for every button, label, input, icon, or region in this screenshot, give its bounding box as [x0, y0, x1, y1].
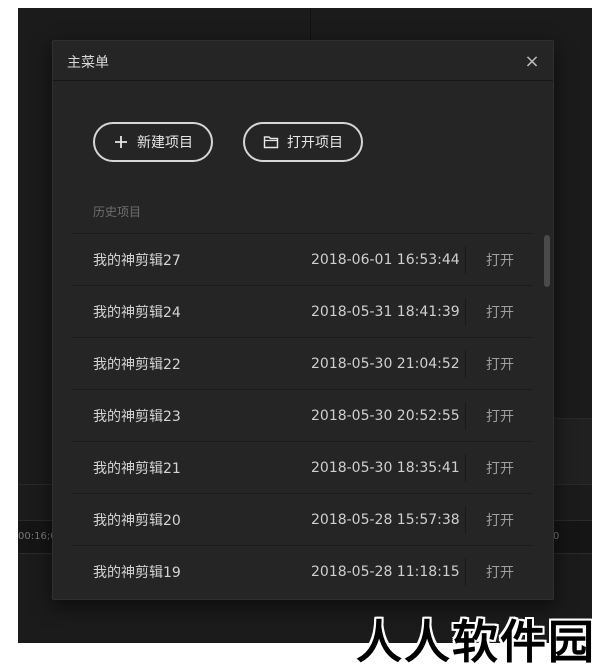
- open-project-link[interactable]: 打开: [486, 302, 514, 322]
- right-panel: [552, 418, 592, 484]
- project-name: 我的神剪辑24: [93, 304, 181, 321]
- main-menu-dialog: 主菜单 × 新建项目 打开项目 历史项目 我的神剪辑27 2018-06-01 1…: [52, 40, 554, 600]
- project-timestamp: 2018-05-30 18:35:41: [311, 459, 460, 476]
- row-divider: [465, 298, 466, 326]
- project-timestamp: 2018-06-01 16:53:44: [311, 251, 460, 268]
- watermark-logo: 人人软件园: [356, 615, 596, 669]
- project-name: 我的神剪辑23: [93, 408, 181, 425]
- history-row[interactable]: 我的神剪辑22 2018-05-30 21:04:52 打开: [71, 337, 533, 389]
- dialog-header: 主菜单 ×: [53, 41, 553, 81]
- new-project-label: 新建项目: [137, 135, 193, 151]
- open-project-button[interactable]: 打开项目: [243, 122, 363, 162]
- open-project-label: 打开项目: [287, 135, 343, 151]
- project-timestamp: 2018-05-30 21:04:52: [311, 355, 460, 372]
- row-divider: [465, 506, 466, 534]
- history-row[interactable]: 我的神剪辑21 2018-05-30 18:35:41 打开: [71, 441, 533, 493]
- row-divider: [465, 454, 466, 482]
- project-timestamp: 2018-05-30 20:52:55: [311, 407, 460, 424]
- row-divider: [465, 558, 466, 586]
- row-divider: [465, 350, 466, 378]
- open-project-link[interactable]: 打开: [486, 510, 514, 530]
- dialog-title: 主菜单: [67, 55, 109, 71]
- open-project-link[interactable]: 打开: [486, 250, 514, 270]
- project-timestamp: 2018-05-31 18:41:39: [311, 303, 460, 320]
- history-project-list[interactable]: 我的神剪辑27 2018-06-01 16:53:44 打开 我的神剪辑24 2018-…: [71, 233, 533, 599]
- open-project-link[interactable]: 打开: [486, 406, 514, 426]
- row-divider: [465, 402, 466, 430]
- row-divider: [465, 246, 466, 274]
- project-timestamp: 2018-05-28 11:18:15: [311, 563, 460, 580]
- project-name: 我的神剪辑21: [93, 460, 181, 477]
- open-project-link[interactable]: 打开: [486, 354, 514, 374]
- scrollbar-thumb[interactable]: [544, 235, 550, 287]
- project-name: 我的神剪辑22: [93, 356, 181, 373]
- ruler-timecode-left: 00:16;0: [18, 531, 57, 542]
- history-row[interactable]: 我的神剪辑27 2018-06-01 16:53:44 打开: [71, 233, 533, 285]
- new-project-button[interactable]: 新建项目: [93, 122, 213, 162]
- project-name: 我的神剪辑19: [93, 564, 181, 581]
- folder-icon: [263, 134, 279, 150]
- open-project-link[interactable]: 打开: [486, 458, 514, 478]
- project-name: 我的神剪辑27: [93, 252, 181, 269]
- project-timestamp: 2018-05-28 15:57:38: [311, 511, 460, 528]
- project-name: 我的神剪辑20: [93, 512, 181, 529]
- history-row[interactable]: 我的神剪辑24 2018-05-31 18:41:39 打开: [71, 285, 533, 337]
- plus-icon: [113, 134, 129, 150]
- open-project-link[interactable]: 打开: [486, 562, 514, 582]
- close-button[interactable]: ×: [521, 50, 543, 72]
- history-row[interactable]: 我的神剪辑19 2018-05-28 11:18:15 打开: [71, 545, 533, 597]
- close-icon: ×: [524, 50, 540, 72]
- history-section-label: 历史项目: [93, 205, 142, 219]
- history-row[interactable]: 我的神剪辑23 2018-05-30 20:52:55 打开: [71, 389, 533, 441]
- history-row[interactable]: 我的神剪辑20 2018-05-28 15:57:38 打开: [71, 493, 533, 545]
